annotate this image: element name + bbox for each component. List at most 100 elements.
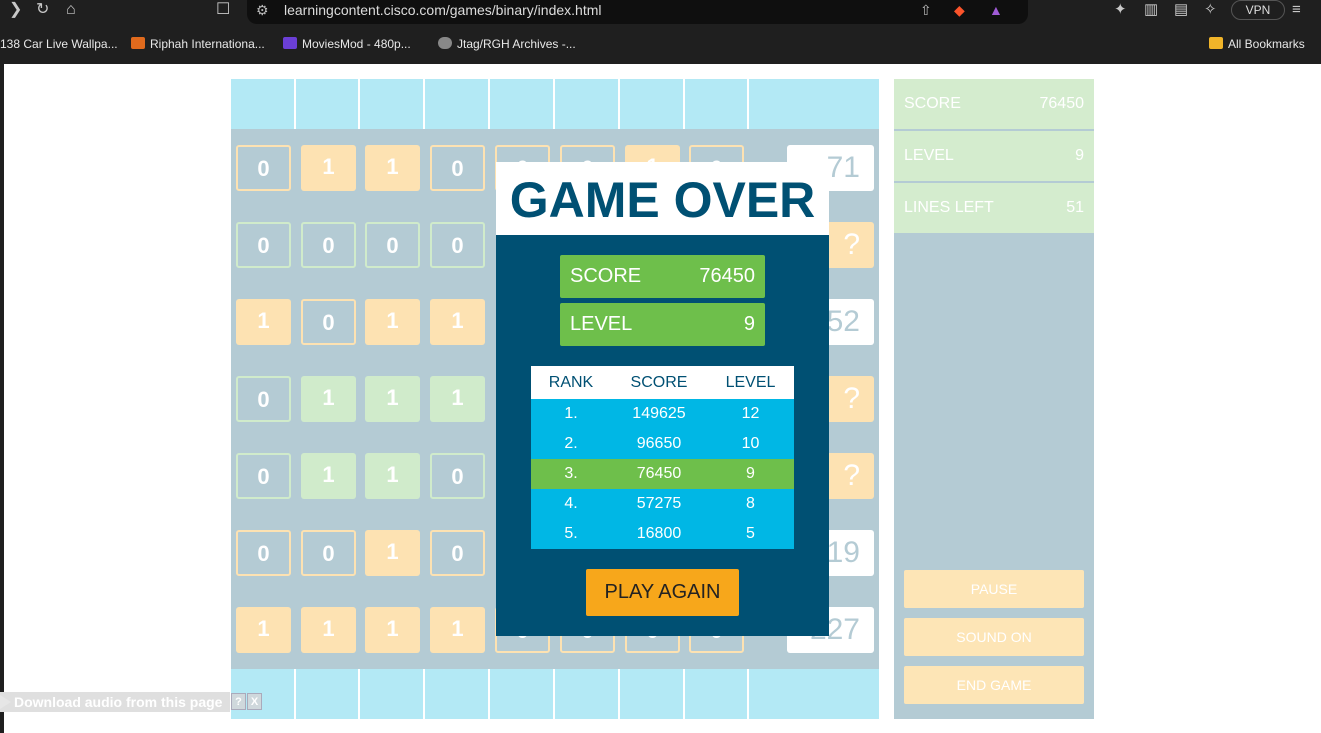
bit-cell[interactable]: 0 xyxy=(236,222,291,268)
final-level: LEVEL 9 xyxy=(560,303,765,346)
final-score-label: SCORE xyxy=(570,265,642,287)
board-header-strip xyxy=(231,79,879,129)
table-row: 5. 16800 5 xyxy=(531,519,794,549)
bit-cell[interactable]: 1 xyxy=(430,376,485,422)
site-settings-icon[interactable]: ⚙ xyxy=(256,1,269,19)
score-header: SCORE xyxy=(630,374,688,391)
column-divider xyxy=(683,79,685,129)
column-divider xyxy=(488,79,490,129)
bookmark-item[interactable]: 138 Car Live Wallpa... xyxy=(0,37,118,51)
brave-shield-icon[interactable]: ◆ xyxy=(954,1,965,19)
download-audio-bar[interactable]: Download audio from this page xyxy=(0,692,230,712)
url-text: learningcontent.cisco.com/games/binary/i… xyxy=(284,2,602,18)
rank-header: RANK xyxy=(548,374,594,391)
bit-cell[interactable]: 1 xyxy=(365,299,420,345)
bit-cell[interactable]: 1 xyxy=(236,607,291,653)
score-cell: 57275 xyxy=(636,495,682,512)
bit-cell[interactable]: 1 xyxy=(430,607,485,653)
bookmark-icon[interactable]: ☐ xyxy=(216,0,230,22)
bit-cell[interactable]: 1 xyxy=(365,607,420,653)
bookmark-item[interactable]: MoviesMod - 480p... xyxy=(283,37,411,51)
bit-cell[interactable]: 0 xyxy=(236,530,291,576)
rank-cell: 1. xyxy=(564,405,578,422)
forward-icon[interactable]: ❯ xyxy=(9,0,22,22)
wallet-icon[interactable]: ▤ xyxy=(1174,1,1188,19)
level-panel: LEVEL 9 xyxy=(894,131,1094,181)
window-edge xyxy=(0,64,4,733)
sidebar-icon[interactable]: ▥ xyxy=(1144,1,1158,19)
level-header: LEVEL xyxy=(725,374,776,391)
bit-cell[interactable]: 1 xyxy=(301,453,356,499)
browser-toolbar: ❯ ↻ ⌂ ☐ ⚙ learningcontent.cisco.com/game… xyxy=(0,0,1321,28)
rank-cell: 3. xyxy=(564,465,578,482)
bit-cell[interactable]: 0 xyxy=(430,222,485,268)
bit-cell[interactable]: 1 xyxy=(236,299,291,345)
reload-icon[interactable]: ↻ xyxy=(36,0,49,22)
bit-cell[interactable]: 1 xyxy=(430,299,485,345)
bit-cell[interactable]: 0 xyxy=(430,453,485,499)
score-cell: 149625 xyxy=(632,405,686,422)
leo-icon[interactable]: ✧ xyxy=(1204,1,1217,19)
column-divider xyxy=(358,79,360,129)
bit-cell[interactable]: 1 xyxy=(301,607,356,653)
column-divider xyxy=(747,79,749,129)
rank-cell: 2. xyxy=(564,435,578,452)
end-game-button[interactable]: END GAME xyxy=(904,666,1084,704)
vpn-button[interactable]: VPN xyxy=(1231,0,1285,20)
column-divider xyxy=(358,669,360,719)
column-divider xyxy=(553,79,555,129)
bookmark-item[interactable]: Jtag/RGH Archives -... xyxy=(438,37,576,51)
column-divider xyxy=(423,669,425,719)
board-footer-strip xyxy=(231,669,879,719)
bit-cell[interactable]: 1 xyxy=(365,530,420,576)
play-again-button[interactable]: PLAY AGAIN xyxy=(586,569,739,616)
bookmark-item[interactable]: Riphah Internationa... xyxy=(131,37,265,51)
extensions-icon[interactable]: ✦ xyxy=(1114,1,1127,19)
bit-cell[interactable]: 1 xyxy=(301,145,356,191)
bit-cell[interactable]: 0 xyxy=(365,222,420,268)
help-button[interactable]: ? xyxy=(231,693,246,710)
rewards-icon[interactable]: ▲ xyxy=(989,1,1003,19)
column-divider xyxy=(294,669,296,719)
riphah-icon xyxy=(131,37,145,49)
bit-cell[interactable]: 0 xyxy=(301,299,356,345)
column-divider xyxy=(488,669,490,719)
bit-cell[interactable]: 1 xyxy=(301,376,356,422)
close-button[interactable]: X xyxy=(247,693,262,710)
pause-button[interactable]: PAUSE xyxy=(904,570,1084,608)
table-row: 1. 149625 12 xyxy=(531,399,794,429)
bit-cell[interactable]: 1 xyxy=(365,145,420,191)
level-cell: 8 xyxy=(746,495,755,512)
table-row: 3. 76450 9 xyxy=(531,459,794,489)
bit-cell[interactable]: 0 xyxy=(430,145,485,191)
sound-button[interactable]: SOUND ON xyxy=(904,618,1084,656)
table-row: 4. 57275 8 xyxy=(531,489,794,519)
high-score-table: RANK SCORE LEVEL 1. 149625 12 2. 96650 10 3. 76… xyxy=(531,366,794,549)
final-score-value: 76450 xyxy=(699,265,755,287)
menu-icon[interactable]: ≡ xyxy=(1292,1,1301,19)
address-bar[interactable]: ⚙ learningcontent.cisco.com/games/binary… xyxy=(247,0,1028,24)
home-icon[interactable]: ⌂ xyxy=(66,0,76,22)
bookmarks-bar: 138 Car Live Wallpa... Riphah Internatio… xyxy=(0,28,1321,64)
bit-cell[interactable]: 1 xyxy=(365,376,420,422)
final-level-value: 9 xyxy=(743,313,755,335)
bit-cell[interactable]: 0 xyxy=(236,145,291,191)
column-divider xyxy=(423,79,425,129)
share-icon[interactable]: ⇧ xyxy=(920,1,932,19)
bit-cell[interactable]: 0 xyxy=(301,530,356,576)
level-cell: 12 xyxy=(741,405,760,422)
bit-cell[interactable]: 0 xyxy=(430,530,485,576)
all-bookmarks[interactable]: All Bookmarks xyxy=(1209,37,1305,51)
column-divider xyxy=(618,79,620,129)
score-cell: 96650 xyxy=(636,435,682,452)
folder-icon xyxy=(1209,37,1223,49)
bit-cell[interactable]: 0 xyxy=(236,376,291,422)
bit-cell[interactable]: 0 xyxy=(236,453,291,499)
table-row: 2. 96650 10 xyxy=(531,429,794,459)
game-over-dialog: GAME OVER SCORE 76450 LEVEL 9 RANK SCORE L… xyxy=(496,162,829,636)
lines-left-value: 51 xyxy=(1066,199,1084,216)
level-cell: 5 xyxy=(746,525,755,542)
bit-cell[interactable]: 1 xyxy=(365,453,420,499)
lines-left-panel: LINES LEFT 51 xyxy=(894,183,1094,233)
bit-cell[interactable]: 0 xyxy=(301,222,356,268)
